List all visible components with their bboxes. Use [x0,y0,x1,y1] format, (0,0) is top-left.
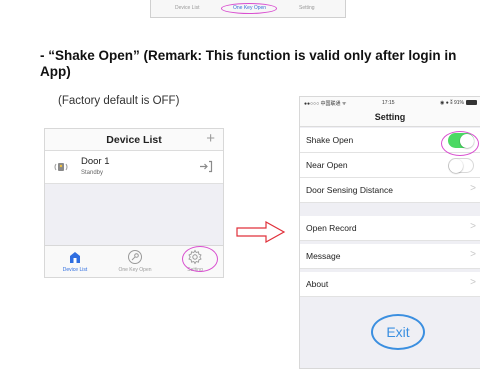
key-icon [128,250,142,264]
top-tab-strip: Device List One Key Open Setting [150,0,346,18]
menu-item-label: Door Sensing Distance [306,185,393,195]
device-list-screen: Device List + Door 1 Standby Device List [44,128,224,278]
screen-title: Setting [374,112,406,122]
open-record-row[interactable]: Open Record > [300,216,480,241]
shake-open-label: Shake Open [306,135,354,145]
message-row[interactable]: Message > [300,244,480,269]
battery-level: ◉ ● ⁑ 91% [439,100,464,106]
door-sensing-distance-row[interactable]: Door Sensing Distance > [300,178,480,203]
enter-icon[interactable] [199,160,213,173]
near-open-row: Near Open [300,153,480,178]
tab-label: Device List [62,267,88,273]
about-row[interactable]: About > [300,272,480,297]
clock: 17:15 [382,100,395,106]
tab-one-key-open[interactable]: One Key Open [105,249,165,273]
section-heading: - “Shake Open” (Remark: This function is… [40,48,457,79]
menu-item-label: Message [306,251,341,261]
toggle-knob [449,159,463,173]
setting-screen: ●●○○○ 中国联通 ᯤ 17:15 ◉ ● ⁑ 91% Setting Sha… [299,96,480,369]
chevron-right-icon: > [470,277,476,288]
tab-label: One Key Open [118,267,152,273]
default-note: (Factory default is OFF) [58,95,180,107]
highlight-ring [221,3,277,14]
highlight-ring [182,246,218,272]
near-open-label: Near Open [306,160,348,170]
tab-device-list[interactable]: Device List [45,249,105,273]
highlight-ring [441,131,479,156]
menu-item-label: About [306,279,329,289]
device-name: Door 1 [81,156,110,167]
menu-item-label: Open Record [306,223,357,233]
carrier-signal: ●●○○○ 中国联通 ᯤ [304,101,347,107]
chevron-right-icon: > [470,183,476,194]
screen-title: Device List [106,134,162,146]
nav-bar: Setting [300,109,480,127]
top-tab-device-list: Device List [175,5,200,11]
door-lock-icon [54,163,68,171]
device-status: Standby [81,170,104,176]
status-bar: ●●○○○ 中国联通 ᯤ 17:15 ◉ ● ⁑ 91% [300,97,480,109]
home-icon [70,252,80,263]
chevron-right-icon: > [470,249,476,260]
exit-button[interactable]: Exit [371,314,425,350]
near-open-toggle[interactable] [448,158,474,173]
arrow-right-icon [236,221,286,243]
battery-icon [466,100,477,105]
device-row[interactable]: Door 1 Standby [45,151,223,184]
nav-bar: Device List + [45,129,223,151]
add-device-button[interactable]: + [206,130,215,147]
top-tab-setting: Setting [299,5,315,11]
chevron-right-icon: > [470,221,476,232]
